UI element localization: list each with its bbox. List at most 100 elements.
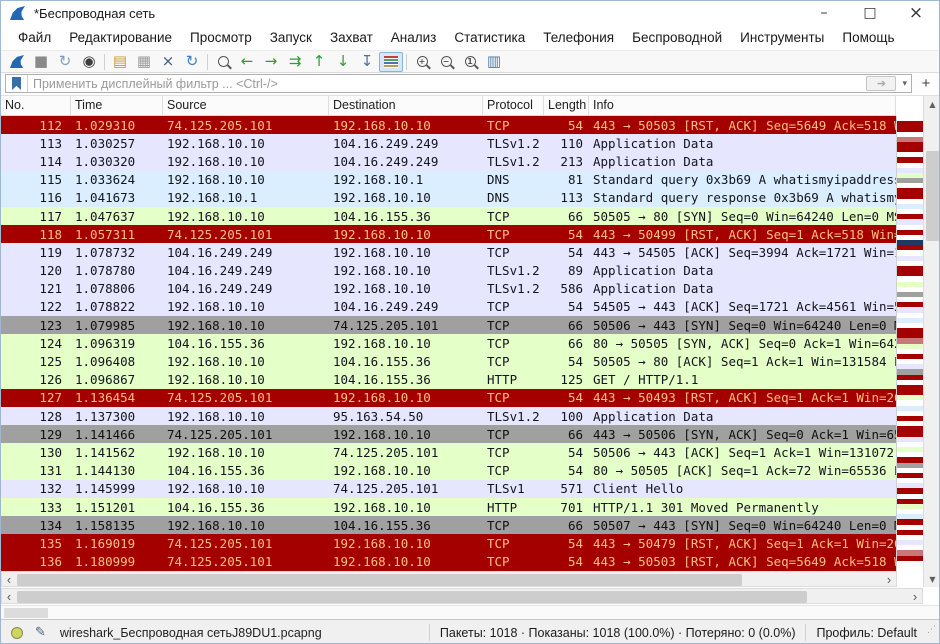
packet-row[interactable]: 1341.158135192.168.10.10104.16.155.36TCP… [1,516,896,534]
column-header-length[interactable]: Length [544,96,589,115]
scroll-up-arrow[interactable]: ▲ [924,96,940,112]
menu-item-10[interactable]: Помощь [833,27,903,48]
packet-row[interactable]: 1261.096867192.168.10.10104.16.155.36HTT… [1,371,896,389]
vertical-scroll-thumb[interactable] [926,151,940,241]
scroll-down-arrow[interactable]: ▼ [924,571,940,587]
packet-row[interactable]: 1171.047637192.168.10.10104.16.155.36TCP… [1,207,896,225]
packet-row[interactable]: 1241.096319104.16.155.36192.168.10.10TCP… [1,334,896,352]
scroll-right-arrow[interactable]: › [908,589,922,603]
packet-row[interactable]: 1141.030320192.168.10.10104.16.249.249TL… [1,152,896,170]
resize-columns-icon[interactable]: ▥ [482,52,506,72]
horizontal-scroll-thumb[interactable] [17,591,807,603]
capture-options-icon[interactable]: ◉ [77,52,101,72]
find-packet-icon[interactable] [211,52,235,72]
add-filter-button[interactable]: + [917,75,935,92]
filter-dropdown-caret[interactable]: ▾ [898,79,911,89]
column-header-info[interactable]: Info [589,96,896,115]
packet-row[interactable]: 1201.078780104.16.249.249192.168.10.10TL… [1,262,896,280]
autoscroll-icon[interactable]: ↧ [355,52,379,72]
resize-grip[interactable]: ⋰ [927,628,937,638]
column-header-time[interactable]: Time [71,96,163,115]
go-bottom-icon[interactable]: ↓ [331,52,355,72]
go-back-icon[interactable]: ← [235,52,259,72]
go-forward-icon[interactable]: → [259,52,283,72]
column-header-destination[interactable]: Destination [329,96,483,115]
stop-capture-icon[interactable]: ■ [29,52,53,72]
packet-row[interactable]: 1121.02931074.125.205.101192.168.10.10TC… [1,116,896,134]
menu-item-1[interactable]: Редактирование [60,27,181,48]
display-filter-input[interactable] [28,77,866,91]
zoom-original-icon[interactable]: 1 [458,52,482,72]
expert-info-icon[interactable] [11,627,23,639]
menu-item-4[interactable]: Захват [321,27,382,48]
go-top-icon[interactable]: ↑ [307,52,331,72]
close-button[interactable]: × [893,1,939,25]
packet-row[interactable]: 1351.16901974.125.205.101192.168.10.10TC… [1,534,896,552]
zoom-out-icon[interactable]: − [434,52,458,72]
menu-item-9[interactable]: Инструменты [731,27,833,48]
packet-row[interactable]: 1271.13645474.125.205.101192.168.10.10TC… [1,389,896,407]
menu-item-5[interactable]: Анализ [382,27,446,48]
menu-item-0[interactable]: Файл [9,27,60,48]
packet-row[interactable]: 1211.078806104.16.249.249192.168.10.10TL… [1,280,896,298]
cell-dst: 104.16.155.36 [329,518,483,533]
menu-item-6[interactable]: Статистика [445,27,534,48]
cell-no: 120 [1,263,71,278]
packet-row[interactable]: 1181.05731174.125.205.101192.168.10.10TC… [1,225,896,243]
packet-row[interactable]: 1291.14146674.125.205.101192.168.10.10TC… [1,425,896,443]
scroll-left-arrow[interactable]: ‹ [2,572,16,586]
packet-row[interactable]: 1331.151201104.16.155.36192.168.10.10HTT… [1,498,896,516]
column-header-no[interactable]: No. [1,96,71,115]
packet-row[interactable]: 1301.141562192.168.10.1074.125.205.101TC… [1,443,896,461]
profile-selector[interactable]: Профиль: Default [806,624,927,642]
maximize-button[interactable]: □ [847,1,893,25]
packet-row[interactable]: 1281.137300192.168.10.1095.163.54.50TLSv… [1,407,896,425]
packet-row[interactable]: 1311.144130104.16.155.36192.168.10.10TCP… [1,462,896,480]
packet-row[interactable]: 1131.030257192.168.10.10104.16.249.249TL… [1,134,896,152]
minimize-button[interactable]: – [801,1,847,25]
restart-capture-icon[interactable]: ↻ [53,52,77,72]
column-header-source[interactable]: Source [163,96,329,115]
menu-item-8[interactable]: Беспроводной [623,27,731,48]
packet-row[interactable]: 1361.18099974.125.205.101192.168.10.10TC… [1,553,896,571]
filter-bookmark-button[interactable] [6,75,28,92]
cell-len: 586 [544,281,589,296]
packet-row[interactable]: 1251.096408192.168.10.10104.16.155.36TCP… [1,352,896,370]
packet-row[interactable]: 1231.079985192.168.10.1074.125.205.101TC… [1,316,896,334]
scroll-left-arrow[interactable]: ‹ [2,589,16,603]
cell-no: 112 [1,118,71,133]
cell-time: 1.078806 [71,281,163,296]
packet-row[interactable]: 1191.078732104.16.249.249192.168.10.10TC… [1,243,896,261]
close-file-icon[interactable]: × [156,52,180,72]
cell-info: 443 → 54505 [ACK] Seq=3994 Ack=1721 Win=… [589,245,896,260]
cell-no: 128 [1,409,71,424]
menu-item-3[interactable]: Запуск [261,27,321,48]
collapsed-pane [1,605,939,619]
menu-item-7[interactable]: Телефония [534,27,623,48]
packet-row[interactable]: 1161.041673192.168.10.1192.168.10.10DNS1… [1,189,896,207]
scroll-right-arrow[interactable]: › [882,572,896,586]
cell-dst: 95.163.54.50 [329,409,483,424]
packet-minimap-scrollbar[interactable] [896,116,923,571]
start-capture-icon[interactable] [5,52,29,72]
menu-item-2[interactable]: Просмотр [181,27,261,48]
save-file-icon[interactable]: ▦ [132,52,156,72]
horizontal-scrollbar-list[interactable]: ‹ › [1,571,897,587]
open-file-icon[interactable]: ▤ [108,52,132,72]
capture-comment-icon[interactable]: ✎ [35,625,46,640]
cell-no: 129 [1,427,71,442]
cell-time: 1.151201 [71,500,163,515]
packet-row[interactable]: 1151.033624192.168.10.10192.168.10.1DNS8… [1,171,896,189]
packet-row[interactable]: 1221.078822192.168.10.10104.16.249.249TC… [1,298,896,316]
packet-row[interactable]: 1321.145999192.168.10.1074.125.205.101TL… [1,480,896,498]
column-header-protocol[interactable]: Protocol [483,96,544,115]
colorize-icon[interactable] [379,52,403,72]
apply-filter-button[interactable]: ➔ [866,76,896,91]
go-to-packet-icon[interactable]: ⇉ [283,52,307,72]
zoom-in-icon[interactable]: + [410,52,434,72]
horizontal-scroll-thumb[interactable] [17,574,742,586]
horizontal-scrollbar-secondary[interactable]: ‹ › [1,588,923,604]
vertical-scrollbar[interactable]: ▲ ▼ [923,96,940,587]
reload-file-icon[interactable]: ↻ [180,52,204,72]
cell-dst: 192.168.10.10 [329,554,483,569]
